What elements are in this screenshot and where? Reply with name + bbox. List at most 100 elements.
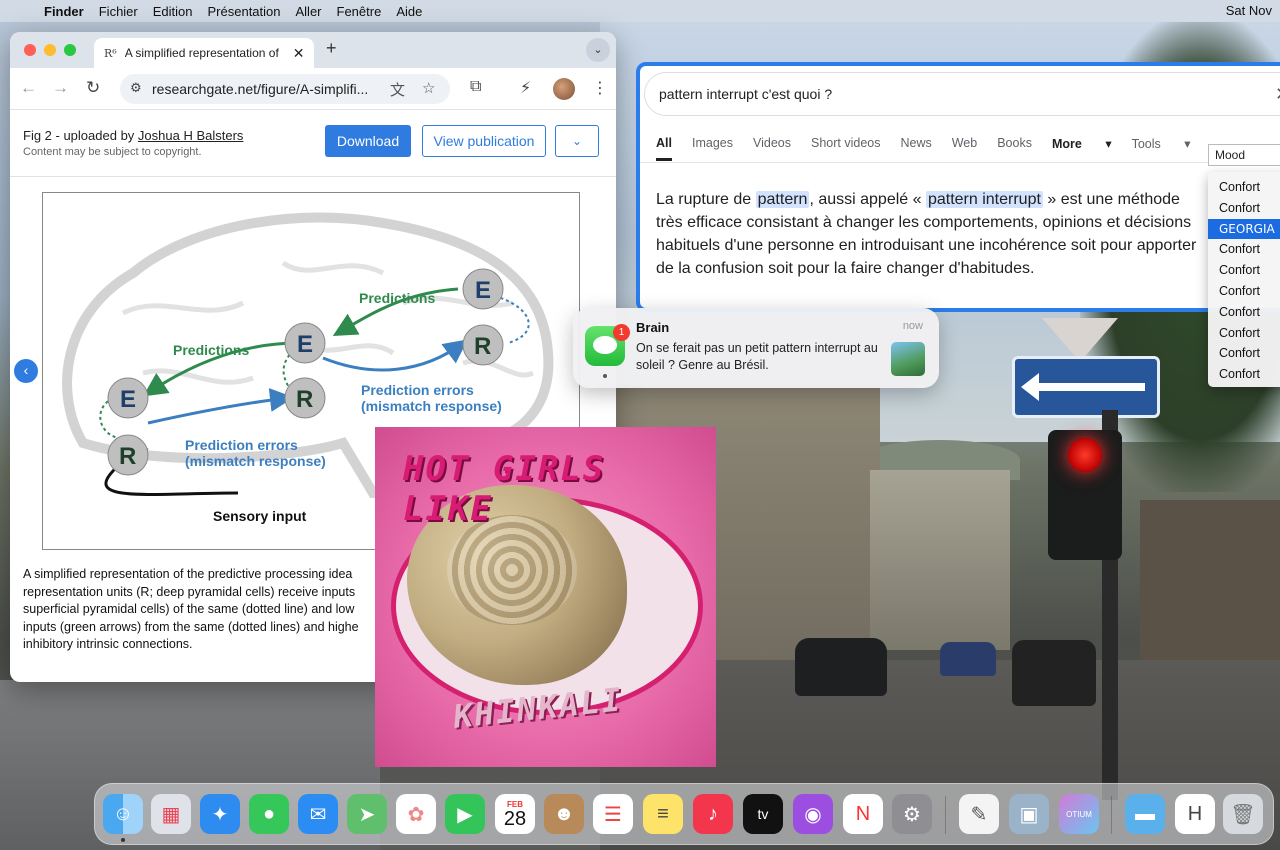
node-label: R <box>474 333 491 360</box>
prediction-errors-label: Prediction errors <box>185 437 298 453</box>
menu-fenetre[interactable]: Fenêtre <box>337 4 382 19</box>
reload-icon[interactable]: ↻ <box>86 78 100 98</box>
facetime-icon[interactable]: ▶ <box>445 794 485 834</box>
back-icon[interactable]: ← <box>20 78 37 98</box>
avatar[interactable] <box>553 78 575 100</box>
new-tab-icon[interactable]: + <box>326 38 337 59</box>
photos-icon[interactable]: ✿ <box>396 794 436 834</box>
tab-more[interactable]: More ▾ <box>1052 136 1112 161</box>
menu-fichier[interactable]: Fichier <box>99 4 138 19</box>
notification-message: On se ferait pas un petit pattern interr… <box>636 341 878 372</box>
tv-icon[interactable]: tv <box>743 794 783 834</box>
view-publication-button[interactable]: View publication <box>422 125 546 157</box>
tab-all[interactable]: All <box>656 136 672 161</box>
clear-search-icon[interactable]: ✕ <box>1275 73 1280 115</box>
font-option[interactable]: Confort <box>1208 323 1280 344</box>
site-info-icon[interactable]: ⚙ <box>130 80 142 96</box>
tab-short-videos[interactable]: Short videos <box>811 136 880 161</box>
dock-separator <box>945 796 946 834</box>
font-option[interactable]: Confort <box>1208 364 1280 385</box>
forward-icon[interactable]: → <box>52 78 69 98</box>
uploader-link[interactable]: Joshua H Balsters <box>138 128 244 143</box>
trash-icon[interactable]: 🗑 <box>1223 794 1263 834</box>
caption-line: representation units (R; deep pyramidal … <box>23 584 356 599</box>
menubar-clock[interactable]: Sat Nov <box>1226 3 1272 18</box>
otium-icon[interactable]: OTIUM <box>1059 794 1099 834</box>
dock: ☺ ▦ ✦ ● ✉ ➤ ✿ ▶ FEB 28 ☻ ☰ ≡ ♪ tv ◉ N ⚙ … <box>94 783 1274 845</box>
maps-icon[interactable]: ➤ <box>347 794 387 834</box>
calendar-icon[interactable]: FEB 28 <box>495 794 535 834</box>
tab-books[interactable]: Books <box>997 136 1032 161</box>
launchpad-icon[interactable]: ▦ <box>151 794 191 834</box>
font-select[interactable]: Mood <box>1208 144 1280 166</box>
more-label: More <box>1051 137 1082 151</box>
document-icon[interactable]: H <box>1175 794 1215 834</box>
preview-icon[interactable]: ▣ <box>1009 794 1049 834</box>
tab-videos[interactable]: Videos <box>753 136 791 161</box>
search-tabs: All Images Videos Short videos News Web … <box>656 136 1211 161</box>
tab-web[interactable]: Web <box>952 136 977 161</box>
menu-aide[interactable]: Aide <box>396 4 422 19</box>
snippet-highlight: pattern interrupt <box>925 191 1043 208</box>
font-option-selected[interactable]: GEORGIA <box>1208 218 1280 240</box>
notes-icon[interactable]: ≡ <box>643 794 683 834</box>
font-option[interactable]: Confort <box>1208 343 1280 364</box>
browser-tab[interactable]: R⁶ A simplified representation of ✕ <box>94 38 314 68</box>
font-option[interactable]: Confort <box>1208 302 1280 323</box>
font-option[interactable]: Confort <box>1208 177 1280 198</box>
node-label: E <box>297 331 313 358</box>
font-option[interactable]: Confort <box>1208 281 1280 302</box>
browser-toolbar: ← → ↻ ⚙ researchgate.net/figure/A-simpli… <box>10 68 616 110</box>
search-query: pattern interrupt c'est quoi ? <box>659 86 833 102</box>
address-bar[interactable]: ⚙ researchgate.net/figure/A-simplifi... … <box>120 74 450 104</box>
extensions-icon[interactable]: ⧉ <box>470 78 481 96</box>
mail-icon[interactable]: ✉ <box>298 794 338 834</box>
zoom-window-button[interactable] <box>64 44 76 56</box>
finder-icon[interactable]: ☺ <box>103 794 143 834</box>
notification-thumbnail <box>891 342 925 376</box>
wallpaper-car <box>795 638 887 696</box>
tv-label: tv <box>757 806 769 822</box>
tab-news[interactable]: News <box>900 136 931 161</box>
menu-presentation[interactable]: Présentation <box>208 4 281 19</box>
node-label: E <box>475 277 491 304</box>
caption-line: superficial pyramidal cells) of the same… <box>23 602 355 616</box>
carousel-prev-button[interactable]: ‹ <box>14 359 38 383</box>
textedit-icon[interactable]: ✎ <box>959 794 999 834</box>
bookmark-star-icon[interactable]: ☆ <box>422 79 435 97</box>
menu-kebab-icon[interactable]: ⋮ <box>592 78 608 98</box>
reminders-icon[interactable]: ☰ <box>593 794 633 834</box>
minimize-window-button[interactable] <box>44 44 56 56</box>
podcasts-icon[interactable]: ◉ <box>793 794 833 834</box>
folder-icon[interactable]: ▬ <box>1125 794 1165 834</box>
font-option[interactable]: Confort <box>1208 239 1280 260</box>
music-icon[interactable]: ♪ <box>693 794 733 834</box>
otium-label: OTIUM <box>1066 809 1092 819</box>
node-label: R <box>119 443 136 470</box>
menu-finder[interactable]: Finder <box>44 4 84 19</box>
dock-separator <box>1111 796 1112 834</box>
figure-meta: Fig 2 - uploaded by Joshua H Balsters Co… <box>23 128 243 158</box>
tab-images[interactable]: Images <box>692 136 733 161</box>
menu-edition[interactable]: Edition <box>153 4 193 19</box>
extension-icon[interactable]: ⚡ <box>520 78 531 98</box>
system-settings-icon[interactable]: ⚙ <box>892 794 932 834</box>
close-tab-icon[interactable]: ✕ <box>293 45 305 62</box>
font-option[interactable]: Confort <box>1208 198 1280 219</box>
contacts-icon[interactable]: ☻ <box>544 794 584 834</box>
translate-icon[interactable]: 文 <box>390 79 405 100</box>
download-button[interactable]: Download <box>325 125 411 157</box>
message-notification[interactable]: 1 Brain now On se ferait pas un petit pa… <box>573 308 939 388</box>
font-option[interactable]: Confort <box>1208 260 1280 281</box>
chevron-down-icon[interactable]: ⌄ <box>555 125 599 157</box>
tab-search-icon[interactable]: ⌄ <box>586 38 610 62</box>
search-input[interactable]: pattern interrupt c'est quoi ? ✕ <box>644 72 1280 116</box>
safari-icon[interactable]: ✦ <box>200 794 240 834</box>
meme-image[interactable]: HOT GIRLS LIKE KHINKALI <box>375 427 716 767</box>
menu-aller[interactable]: Aller <box>296 4 322 19</box>
news-icon[interactable]: N <box>843 794 883 834</box>
tab-tools[interactable]: Tools ▾ <box>1132 136 1191 161</box>
messages-icon[interactable]: ● <box>249 794 289 834</box>
close-window-button[interactable] <box>24 44 36 56</box>
snippet-text: La rupture de <box>656 191 756 208</box>
